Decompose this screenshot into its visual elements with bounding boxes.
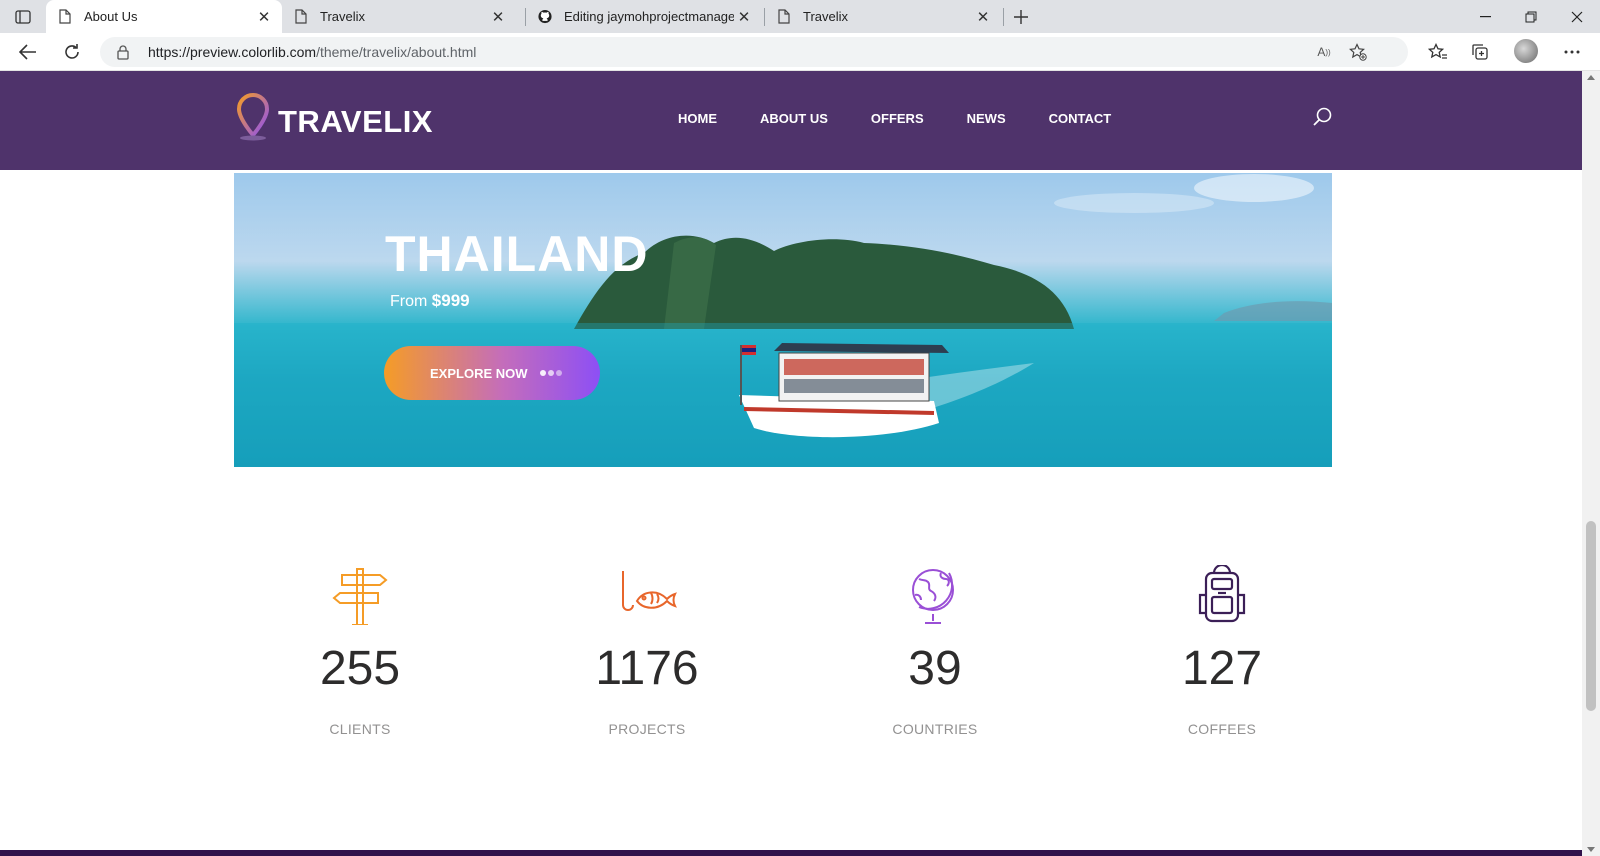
milestone-countries: 39 COUNTRIES [825, 565, 1045, 737]
collections-icon[interactable] [1468, 41, 1492, 63]
restore-button[interactable] [1508, 0, 1554, 33]
hero-title: THAILAND [385, 226, 649, 282]
milestone-number: 255 [319, 642, 401, 695]
back-button[interactable] [14, 39, 42, 65]
nav-news[interactable]: NEWS [967, 111, 1006, 126]
page-icon [777, 9, 791, 25]
fishing-icon [622, 571, 677, 611]
tab-github-editing[interactable]: Editing jaymohprojectmanageme ✕ [526, 0, 762, 33]
scrollbar-thumb[interactable] [1586, 521, 1596, 711]
site-logo[interactable]: TRAVELIX [234, 92, 433, 142]
lock-icon[interactable] [116, 44, 130, 60]
milestone-number: 1176 [595, 642, 699, 695]
site-header: TRAVELIX HOME ABOUT US OFFERS NEWS CONTA… [0, 71, 1582, 170]
new-tab-button[interactable] [1008, 5, 1034, 29]
github-icon [538, 9, 552, 25]
backpack-icon [1198, 565, 1246, 623]
explore-now-button[interactable]: EXPLORE NOW [384, 346, 600, 400]
search-icon[interactable] [1312, 106, 1334, 128]
page-icon [294, 9, 308, 25]
signpost-icon [332, 568, 388, 625]
hero-banner: THAILAND From $999 EXPLORE NOW [234, 173, 1332, 467]
favorites-icon[interactable] [1426, 41, 1450, 63]
tab-title: Travelix [803, 9, 849, 24]
location-pin-icon [236, 92, 270, 141]
close-icon[interactable]: ✕ [488, 7, 508, 27]
boat-island-image [234, 174, 1332, 467]
main-nav: HOME ABOUT US OFFERS NEWS CONTACT [678, 111, 1154, 126]
tab-title: Travelix [320, 9, 366, 24]
browser-tab-bar: About Us ✕ Travelix ✕ Editing jaymohproj… [0, 0, 1600, 33]
footer-strip [0, 850, 1582, 856]
page-icon [58, 9, 72, 25]
milestone-projects: 1176 PROJECTS [537, 565, 757, 737]
tab-actions-icon[interactable] [10, 6, 36, 28]
close-icon[interactable]: ✕ [254, 7, 274, 27]
milestones-section: 255 CLIENTS 1176 PROJECTS 39 COUNTRIES 1… [0, 565, 1582, 755]
tab-title: Editing jaymohprojectmanageme [564, 9, 734, 24]
tab-separator [1003, 8, 1004, 26]
close-icon[interactable]: ✕ [973, 7, 993, 27]
tab-travelix-2[interactable]: Travelix ✕ [765, 0, 1001, 33]
close-icon[interactable]: ✕ [734, 7, 754, 27]
read-aloud-icon[interactable]: A)) [1314, 43, 1334, 61]
address-bar[interactable]: https://preview.colorlib.com/theme/trave… [100, 37, 1408, 67]
dots-icon [539, 370, 564, 376]
milestone-label: CLIENTS [329, 721, 391, 737]
nav-home[interactable]: HOME [678, 111, 717, 126]
more-options-icon[interactable] [1560, 41, 1584, 63]
tab-about-us[interactable]: About Us ✕ [46, 0, 282, 33]
tab-travelix[interactable]: Travelix ✕ [282, 0, 516, 33]
refresh-button[interactable] [58, 39, 86, 65]
milestone-label: COFFEES [1187, 721, 1257, 737]
milestone-coffees: 127 COFFEES [1112, 565, 1332, 737]
milestone-label: PROJECTS [608, 721, 686, 737]
tab-title: About Us [84, 9, 138, 24]
url-text: https://preview.colorlib.com/theme/trave… [148, 44, 477, 60]
nav-contact[interactable]: CONTACT [1049, 111, 1112, 126]
profile-avatar[interactable] [1514, 39, 1538, 63]
nav-offers[interactable]: OFFERS [871, 111, 924, 126]
browser-toolbar: https://preview.colorlib.com/theme/trave… [0, 33, 1600, 71]
globe-icon [912, 569, 954, 624]
minimize-button[interactable] [1462, 0, 1508, 33]
scroll-up-arrow-icon[interactable] [1587, 75, 1595, 80]
close-window-button[interactable] [1554, 0, 1600, 33]
milestone-number: 127 [1181, 642, 1263, 695]
logo-text: TRAVELIX [278, 104, 433, 139]
milestone-clients: 255 CLIENTS [250, 565, 470, 737]
nav-about-us[interactable]: ABOUT US [760, 111, 828, 126]
scroll-down-arrow-icon[interactable] [1587, 847, 1595, 852]
add-favorite-icon[interactable] [1348, 43, 1368, 61]
page-scrollbar[interactable] [1582, 71, 1600, 856]
milestone-number: 39 [908, 642, 962, 695]
milestone-label: COUNTRIES [892, 721, 978, 737]
hero-price: From $999 [390, 291, 470, 310]
